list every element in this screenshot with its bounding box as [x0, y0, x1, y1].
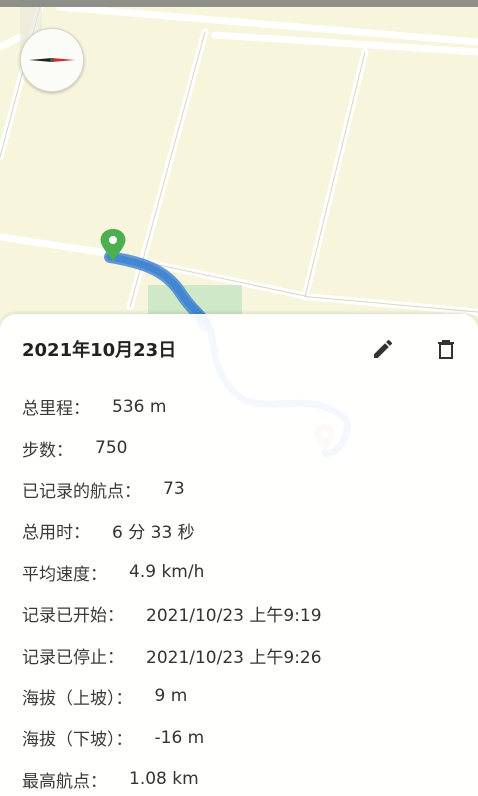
stat-value: 6 分 33 秒	[112, 523, 195, 544]
stat-value: 2021/10/23 上午9:26	[146, 647, 322, 668]
stat-row-duration: 总用时： 6 分 33 秒	[22, 510, 462, 551]
stat-value: 73	[163, 479, 185, 500]
stats-list: 总里程： 536 m 步数： 750 已记录的航点： 73 总用时： 6 分 3…	[22, 386, 462, 796]
stat-row-elevation-down: 海拔（下坡）： -16 m	[22, 717, 462, 758]
stat-row-start-time: 记录已开始： 2021/10/23 上午9:19	[22, 593, 462, 634]
stat-label: 总里程：	[22, 399, 90, 420]
stat-label: 平均速度：	[22, 564, 107, 585]
stat-value: 1.08 km	[129, 769, 199, 790]
track-details-panel: 2021年10月23日 总里程： 536 m 步数： 750 已记录的航点： 7…	[0, 314, 478, 796]
compass-icon[interactable]	[20, 28, 84, 92]
screen: 2021年10月23日 总里程： 536 m 步数： 750 已记录的航点： 7…	[0, 0, 478, 796]
stat-label: 记录已开始：	[22, 606, 124, 627]
pencil-icon	[374, 339, 393, 358]
stat-label: 已记录的航点：	[22, 481, 141, 502]
record-date-title: 2021年10月23日	[22, 340, 177, 361]
stat-value: 536 m	[112, 396, 167, 417]
trash-icon	[438, 340, 454, 359]
stat-value: -16 m	[154, 727, 205, 748]
stat-value: 2021/10/23 上午9:19	[146, 606, 322, 627]
stat-row-steps: 步数： 750	[22, 427, 462, 468]
edit-button[interactable]	[368, 334, 398, 364]
delete-button[interactable]	[431, 334, 461, 364]
stat-label: 步数：	[22, 440, 73, 461]
stat-value: 4.9 km/h	[129, 562, 205, 583]
stat-row-distance: 总里程： 536 m	[22, 386, 462, 427]
stat-row-stop-time: 记录已停止： 2021/10/23 上午9:26	[22, 634, 462, 675]
stat-row-avg-speed: 平均速度： 4.9 km/h	[22, 552, 462, 593]
status-bar	[0, 0, 478, 7]
stat-row-highest-waypoint: 最高航点： 1.08 km	[22, 759, 462, 796]
stat-row-elevation-up: 海拔（上坡）： 9 m	[22, 676, 462, 717]
stat-label: 最高航点：	[22, 771, 107, 792]
stat-label: 海拔（下坡）：	[22, 730, 133, 751]
stat-label: 总用时：	[22, 523, 90, 544]
stat-label: 记录已停止：	[22, 647, 124, 668]
stat-value: 9 m	[154, 686, 188, 707]
stat-value: 750	[95, 438, 128, 459]
stat-label: 海拔（上坡）：	[22, 688, 133, 709]
stat-row-waypoints: 已记录的航点： 73	[22, 469, 462, 510]
